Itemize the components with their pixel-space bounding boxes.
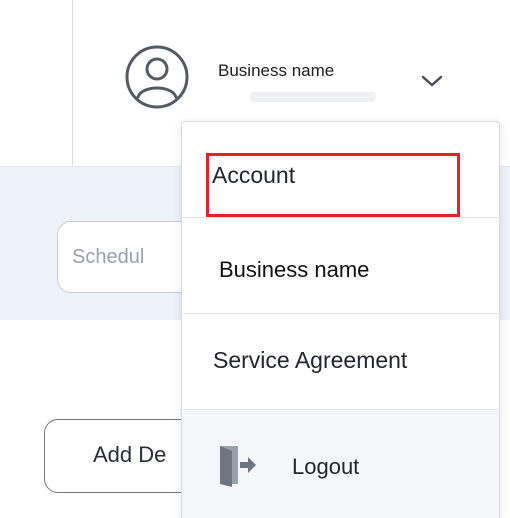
user-name[interactable]: Business name xyxy=(218,61,334,81)
menu-item-service-agreement[interactable]: Service Agreement xyxy=(182,313,499,409)
page: Business name Schedul Add De Account Bus… xyxy=(0,0,510,518)
menu-item-account[interactable]: Account xyxy=(182,122,499,217)
chevron-down-icon[interactable] xyxy=(420,74,444,88)
account-dropdown-menu: Account Business name Service Agreement … xyxy=(181,121,500,518)
user-subtext-placeholder xyxy=(250,92,376,102)
user-circle-icon[interactable] xyxy=(124,44,190,110)
header-divider xyxy=(72,0,73,166)
logout-door-icon xyxy=(218,442,258,488)
menu-item-logout-label: Logout xyxy=(292,454,360,479)
highlight-box xyxy=(206,153,460,217)
menu-item-logout[interactable]: Logout xyxy=(182,409,499,518)
menu-item-business-name[interactable]: Business name xyxy=(182,217,499,313)
menu-item-service-agreement-label: Service Agreement xyxy=(213,347,408,373)
menu-item-business-name-label: Business name xyxy=(219,257,370,282)
